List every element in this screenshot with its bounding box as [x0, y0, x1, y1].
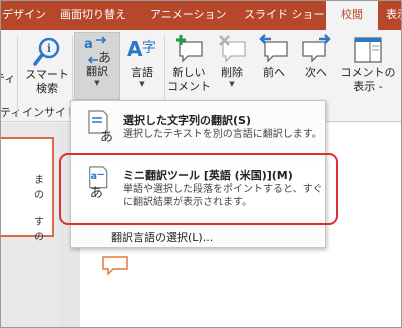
translate-document-icon: あ [88, 110, 113, 143]
group-label-insights: インサイト [22, 106, 77, 119]
chevron-down-icon: ▼ [139, 80, 145, 88]
delete-comment-icon [219, 35, 246, 63]
tab-animations[interactable]: アニメーション [150, 0, 240, 30]
new-comment-icon [176, 35, 203, 63]
chevron-down-icon: ▼ [229, 80, 235, 88]
language-button[interactable]: A 字 言語 ▼ [122, 34, 162, 88]
chevron-down-icon: ▼ [94, 79, 100, 87]
menu-item-translate-selection[interactable]: あ 選択した文字列の翻訳(S) 選択したテキストを別の言語に翻訳します。 [71, 105, 325, 157]
tab-transitions[interactable]: 画面切り替え [60, 0, 140, 30]
ribbon-divider [17, 36, 18, 116]
tab-view[interactable]: 表示 [386, 0, 402, 30]
tab-review[interactable]: 校閲 [326, 0, 378, 30]
show-comments-button[interactable]: コメントの 表示 - [338, 34, 398, 94]
highlight-box [59, 153, 338, 225]
accessibility-button[interactable]: ティ [0, 72, 16, 86]
comment-marker-icon[interactable] [101, 255, 131, 277]
svg-text:字: 字 [142, 40, 156, 56]
ribbon-tab-bar: デザイン 画面切り替え アニメーション スライド ショー 校閲 表示 [0, 0, 402, 30]
previous-comment-icon [259, 34, 288, 63]
menu-item-choose-language[interactable]: 翻訳言語の選択(L)... [111, 229, 213, 245]
magnifier-icon: i [33, 37, 60, 66]
previous-label: 前へ [263, 66, 285, 79]
translate-button[interactable]: a あ 翻訳 ▼ [74, 32, 120, 100]
tab-design[interactable]: デザイン [0, 0, 46, 30]
menu-item-title: 選択した文字列の翻訳(S) [123, 114, 251, 127]
new-comment-label-2: コメント [167, 80, 211, 93]
language-label: 言語 [131, 66, 153, 79]
menu-item-description: 選択したテキストを別の言語に翻訳します。 [123, 129, 322, 140]
next-comment-button[interactable]: 次へ [296, 34, 336, 80]
smart-lookup-label-2: 検索 [36, 82, 58, 95]
thumb-text-1: ま の [34, 175, 44, 201]
previous-comment-button[interactable]: 前へ [254, 34, 294, 80]
translate-label: 翻訳 [86, 65, 108, 78]
comments-pane-icon [354, 37, 382, 63]
svg-text:あ: あ [98, 51, 111, 65]
delete-label: 削除 [221, 66, 243, 79]
new-comment-label-1: 新しい [172, 66, 206, 79]
smart-lookup-label-1: スマート [25, 68, 69, 81]
new-comment-button[interactable]: 新しい コメント [166, 34, 212, 94]
language-icon: A 字 [127, 37, 156, 61]
next-label: 次へ [305, 66, 327, 79]
group-label-accessibility: ティ [0, 106, 22, 119]
delete-comment-button[interactable]: 削除 ▼ [212, 34, 252, 88]
show-comments-label-2: 表示 - [353, 80, 383, 93]
svg-text:A: A [127, 37, 143, 61]
translate-icon: a あ [84, 36, 111, 65]
slide-thumbnail[interactable]: ま の す の [0, 137, 54, 243]
svg-text:i: i [47, 42, 51, 55]
thumb-text-2: す の [34, 217, 44, 243]
svg-text:あ: あ [100, 130, 113, 143]
smart-lookup-button[interactable]: i スマート 検索 [22, 36, 72, 96]
svg-text:a: a [84, 37, 93, 52]
accessibility-label: ティ [0, 72, 16, 85]
tab-slideshow[interactable]: スライド ショー [244, 0, 325, 30]
show-comments-label-1: コメントの [340, 66, 396, 79]
next-comment-icon [302, 34, 331, 63]
